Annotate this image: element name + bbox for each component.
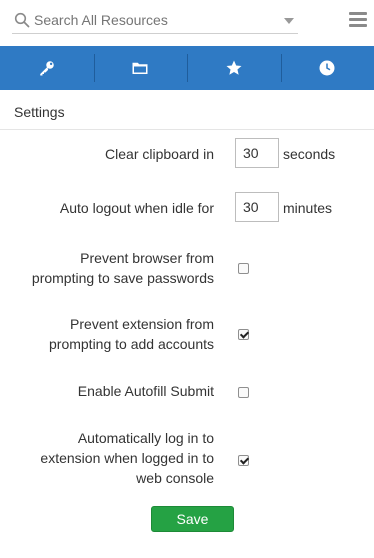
prevent-extension-label: Prevent extension from prompting to add … (49, 316, 214, 352)
auto-logout-input[interactable] (235, 192, 279, 222)
search-box[interactable] (12, 8, 298, 34)
hamburger-menu-icon[interactable] (349, 12, 367, 28)
autofill-submit-label: Enable Autofill Submit (77, 383, 214, 399)
divider (0, 129, 374, 130)
tab-bar (0, 46, 374, 90)
tab-passwords[interactable] (0, 46, 94, 90)
clear-clipboard-input[interactable] (235, 138, 279, 168)
prevent-browser-row: Prevent browser from prompting to save p… (0, 248, 374, 290)
folder-icon (132, 62, 148, 74)
save-button[interactable]: Save (151, 506, 234, 532)
tab-folders[interactable] (93, 46, 188, 90)
autofill-submit-checkbox[interactable] (238, 387, 249, 398)
prevent-browser-checkbox[interactable] (238, 263, 249, 274)
auto-login-row: Automatically log in to extension when l… (0, 428, 374, 490)
auto-login-label: Automatically log in to extension when l… (40, 430, 214, 486)
search-icon (14, 12, 30, 28)
clear-clipboard-row: Clear clipboard in seconds (0, 138, 374, 170)
search-header (0, 0, 374, 46)
clear-clipboard-unit: seconds (283, 146, 336, 162)
clear-clipboard-label: Clear clipboard in (105, 146, 214, 162)
auto-logout-label: Auto logout when idle for (59, 200, 214, 216)
chevron-down-icon[interactable] (284, 18, 294, 24)
prevent-extension-checkbox[interactable] (238, 329, 249, 340)
auto-logout-row: Auto logout when idle for minutes (0, 192, 374, 224)
tab-favorites[interactable] (187, 46, 281, 90)
tab-recent[interactable] (280, 46, 374, 90)
search-input[interactable] (34, 10, 274, 30)
auto-logout-unit: minutes (283, 200, 333, 216)
prevent-extension-row: Prevent extension from prompting to add … (0, 314, 374, 356)
key-icon (40, 61, 54, 76)
star-icon (226, 60, 242, 75)
page-title: Settings (14, 104, 65, 120)
clock-icon (319, 60, 335, 76)
autofill-submit-row: Enable Autofill Submit (0, 381, 374, 405)
prevent-browser-label: Prevent browser from prompting to save p… (31, 250, 214, 286)
auto-login-checkbox[interactable] (238, 455, 249, 466)
